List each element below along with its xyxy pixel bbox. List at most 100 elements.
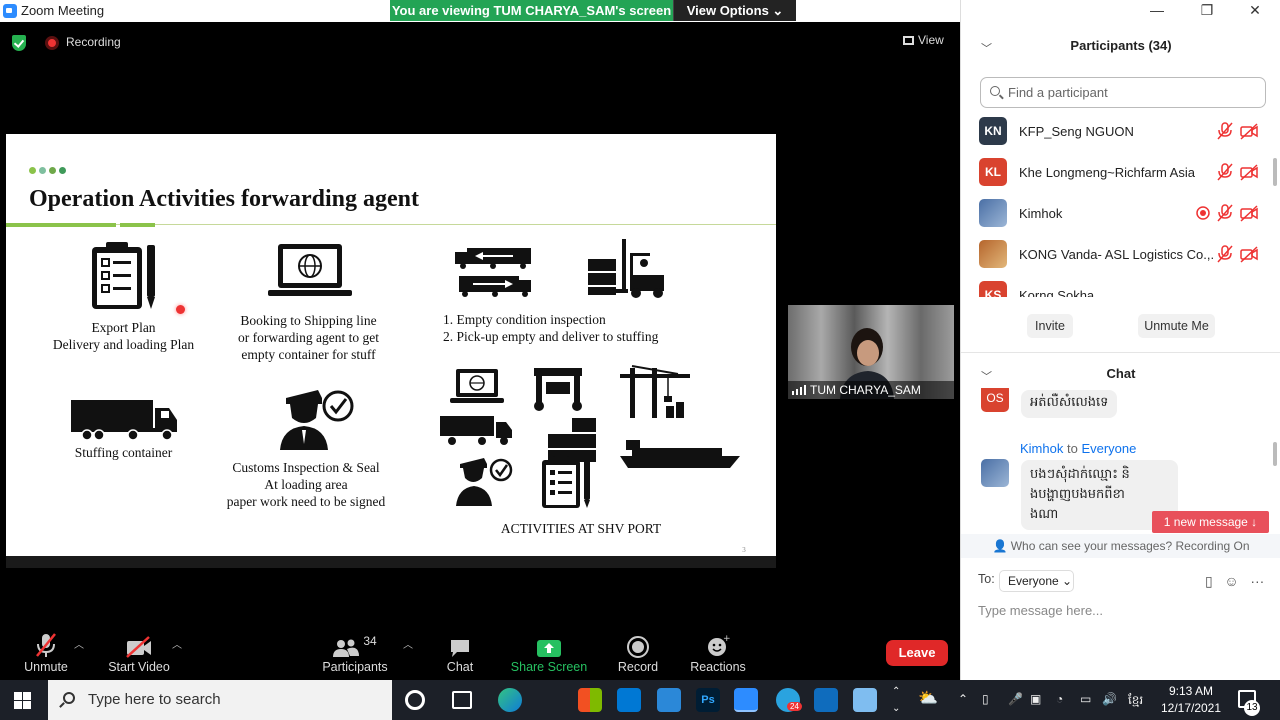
container-truck-icon: [71, 400, 177, 441]
wifi-icon[interactable]: ◔: [1056, 692, 1063, 706]
dot: [59, 167, 66, 174]
muted-mic-icon[interactable]: [1216, 204, 1234, 222]
slide-title: Operation Activities forwarding agent: [29, 186, 419, 212]
taskbar-clock[interactable]: 9:13 AM 12/17/2021: [1158, 683, 1224, 717]
notes-app-icon[interactable]: [853, 688, 877, 712]
participant-name: Khe Longmeng~Richfarm Asia: [1019, 165, 1195, 180]
shared-slide: Operation Activities forwarding agent Ex…: [6, 134, 776, 556]
participants-icon: [333, 639, 360, 657]
reactions-button[interactable]: + Reactions: [688, 630, 748, 674]
shield-icon[interactable]: [12, 35, 26, 51]
video-off-icon[interactable]: [1240, 245, 1258, 263]
zoom-app-icon: [3, 4, 17, 18]
chat-scrollbar[interactable]: [1273, 442, 1277, 466]
participants-button[interactable]: 34 Participants: [318, 630, 392, 674]
meeting-toolbar: Unmute ︿ Start Video ︿ 34 Participants ︿…: [0, 630, 960, 680]
task-view-icon[interactable]: [452, 691, 472, 709]
weather-icon[interactable]: ⛅: [918, 688, 938, 708]
view-options-button[interactable]: View Options ⌄: [673, 0, 796, 21]
store-icon[interactable]: [578, 688, 602, 712]
avatar: KL: [979, 158, 1007, 186]
straddle-carrier-icon: [534, 368, 582, 411]
maximize-icon[interactable]: ❐: [1192, 2, 1222, 19]
laptop-globe-icon: [268, 244, 352, 296]
taskbar-search[interactable]: Type here to search: [48, 680, 392, 720]
participant-video[interactable]: TUM CHARYA_SAM: [788, 305, 954, 399]
scroll-tray-icon[interactable]: ⌃ ⌄: [892, 683, 900, 717]
chat-button[interactable]: Chat: [440, 630, 480, 674]
port-crane-icon: [620, 365, 690, 418]
participant-name: Korng Sokha: [1019, 288, 1095, 297]
language-indicator[interactable]: ខ្មែរ: [1128, 692, 1143, 710]
chat-line: ងណា: [1030, 506, 1059, 521]
file-icon[interactable]: ▯: [1205, 573, 1213, 589]
participant-row[interactable]: KL Khe Longmeng~Richfarm Asia: [961, 154, 1280, 195]
customs-officer-icon: [280, 390, 354, 450]
video-off-icon[interactable]: [1240, 163, 1258, 181]
leave-button[interactable]: Leave: [886, 640, 948, 666]
network-icon[interactable]: ▭: [1080, 692, 1091, 706]
tray-mic-icon[interactable]: 🎤: [1008, 692, 1023, 706]
video-off-icon[interactable]: [1240, 122, 1258, 140]
chevron-up-icon[interactable]: ⌃: [958, 692, 968, 706]
participant-row[interactable]: KONG Vanda- ASL Logistics Co.,...: [961, 236, 1280, 277]
recording-icon: [45, 36, 59, 50]
tray-device-icon[interactable]: ▯: [982, 692, 989, 706]
caption-line: Booking to Shipping line: [240, 313, 377, 328]
slide-accent-bar: [6, 223, 116, 227]
outlook-icon[interactable]: [814, 688, 838, 712]
participant-row[interactable]: Kimhok: [961, 195, 1280, 236]
share-screen-icon: [537, 640, 561, 657]
windows-start-icon[interactable]: [14, 692, 31, 709]
mail-icon[interactable]: [617, 688, 641, 712]
participant-scrollbar[interactable]: [1273, 158, 1277, 186]
participants-count: 34: [363, 634, 377, 648]
video-name-tag: TUM CHARYA_SAM: [788, 381, 954, 399]
chat-sender[interactable]: Kimhok: [1020, 441, 1063, 456]
start-tile: [14, 692, 22, 700]
participants-options-caret[interactable]: ︿: [403, 636, 413, 651]
start-video-button[interactable]: Start Video: [104, 630, 174, 674]
photoshop-icon[interactable]: Ps: [696, 688, 720, 712]
video-options-caret[interactable]: ︿: [172, 636, 182, 651]
invite-button[interactable]: Invite: [1027, 314, 1073, 338]
muted-mic-icon[interactable]: [1216, 245, 1234, 263]
reactions-icon: +: [708, 634, 730, 656]
edge-icon[interactable]: [498, 688, 522, 712]
cortana-icon[interactable]: [405, 690, 425, 710]
minimize-icon[interactable]: —: [1142, 2, 1172, 18]
record-button[interactable]: Record: [614, 630, 662, 674]
taskbar-search-placeholder: Type here to search: [88, 691, 221, 708]
caption-line: paper work need to be signed: [226, 494, 386, 509]
recipient-select[interactable]: Everyone ⌄: [999, 570, 1074, 592]
unmute-button[interactable]: Unmute: [20, 630, 72, 674]
laptop-app-icon[interactable]: [657, 688, 681, 712]
people-icon: 👤: [992, 539, 1011, 553]
avatar: OS: [981, 388, 1009, 412]
privacy-notice[interactable]: 👤 Who can see your messages? Recording O…: [961, 534, 1280, 558]
start-tile: [23, 692, 31, 700]
chat-input[interactable]: Type message here...: [978, 603, 1103, 618]
muted-mic-icon[interactable]: [1216, 122, 1234, 140]
volume-icon[interactable]: 🔊: [1102, 692, 1117, 706]
participant-row[interactable]: KN KFP_Seng NGUON: [961, 113, 1280, 154]
svg-text:+: +: [723, 634, 730, 644]
tray-camera-icon[interactable]: ▣: [1030, 692, 1041, 706]
customs-caption: Customs Inspection & Seal At loading area…: [206, 459, 406, 510]
share-screen-button[interactable]: Share Screen: [508, 630, 590, 674]
view-button[interactable]: View: [903, 33, 944, 47]
participant-search-input[interactable]: Find a participant: [980, 77, 1266, 108]
chat-line: ងបង្ហាញបងមកពីខា: [1030, 486, 1125, 501]
close-icon[interactable]: ✕: [1240, 2, 1270, 19]
zoom-taskbar-icon[interactable]: [734, 688, 758, 712]
chat-message: អត់លឺសំលេងទេ: [1021, 390, 1118, 418]
unmute-me-button[interactable]: Unmute Me: [1138, 314, 1215, 338]
muted-mic-icon[interactable]: [1216, 163, 1234, 181]
new-message-button[interactable]: 1 new message ↓: [1152, 511, 1269, 533]
participant-row[interactable]: KS Korng Sokha: [961, 277, 1280, 297]
participants-label: Participants: [322, 660, 388, 674]
emoji-icon[interactable]: ☺: [1224, 573, 1238, 589]
audio-options-caret[interactable]: ︿: [74, 636, 84, 651]
more-icon[interactable]: ···: [1250, 573, 1264, 589]
video-off-icon[interactable]: [1240, 204, 1258, 222]
